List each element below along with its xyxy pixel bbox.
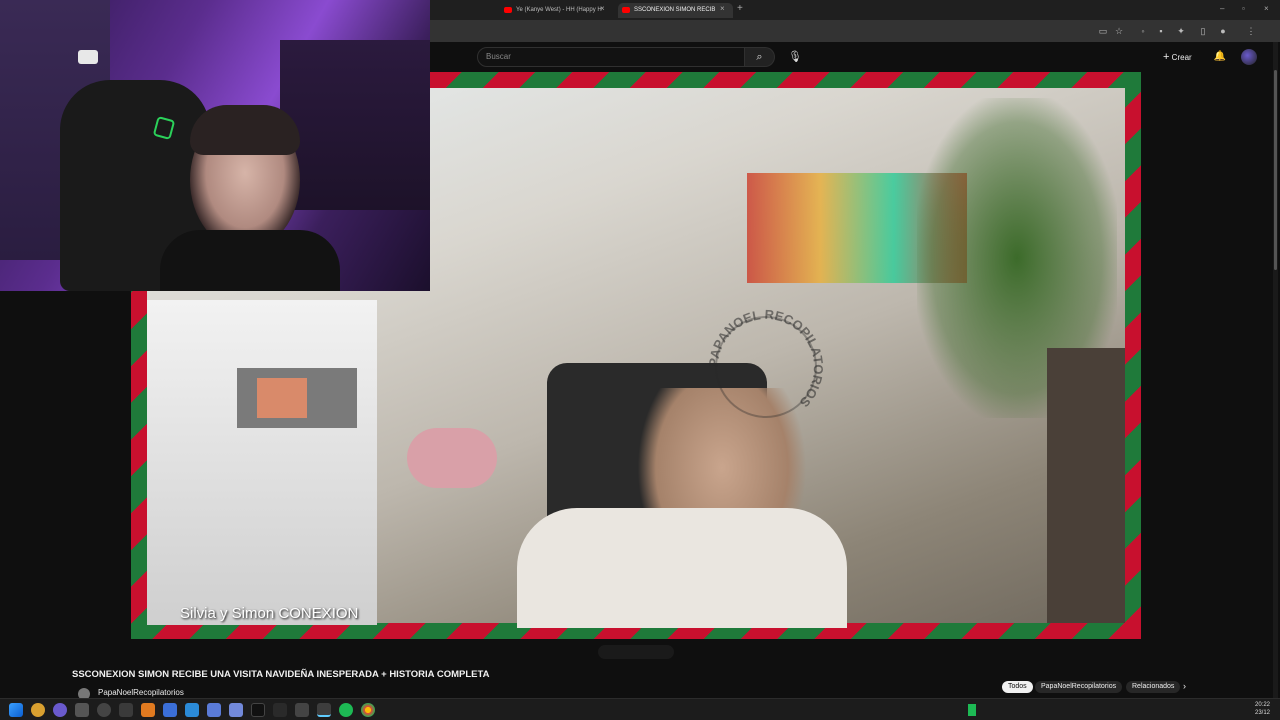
profile-icon[interactable]: ●: [1218, 26, 1228, 36]
youtube-play-button-icon: [78, 50, 98, 64]
tiktok-icon[interactable]: [251, 703, 265, 717]
streamer-hair: [190, 105, 300, 155]
app-icon[interactable]: [119, 703, 133, 717]
install-app-icon[interactable]: ▭: [1098, 26, 1108, 36]
scrollbar-thumb[interactable]: [1274, 70, 1277, 270]
minimize-icon[interactable]: –: [1220, 4, 1224, 14]
webcam-overlay: [0, 0, 430, 291]
new-tab-icon[interactable]: +: [737, 4, 743, 14]
youtube-favicon-icon: [622, 7, 630, 13]
browser-toolbar: ▭ ☆ ◦ ▪ ✦ ▯ ● ⋮: [430, 20, 1280, 42]
create-button[interactable]: + Crear: [1163, 50, 1192, 64]
extension-icon[interactable]: ◦: [1138, 26, 1148, 36]
right-shelf: [280, 40, 430, 210]
man-shirt: [517, 508, 847, 628]
telegram-icon[interactable]: [185, 703, 199, 717]
clock-date[interactable]: 23/12: [1255, 710, 1270, 716]
microphone-icon[interactable]: 🎙: [786, 49, 804, 65]
channel-name[interactable]: PapaNoelRecopilatorios: [98, 688, 184, 697]
app-icon[interactable]: [53, 703, 67, 717]
maximize-icon[interactable]: ▫: [1242, 4, 1245, 14]
chip-todos[interactable]: Todos: [1002, 681, 1033, 693]
chip-channel[interactable]: PapaNoelRecopilatorios: [1035, 681, 1123, 693]
chip-relacionados[interactable]: Relacionados: [1126, 681, 1181, 693]
sidebar-icon[interactable]: ▯: [1198, 26, 1208, 36]
discord-icon[interactable]: [229, 703, 243, 717]
app-icon[interactable]: [295, 703, 309, 717]
puzzle-icon[interactable]: ✦: [1176, 26, 1186, 36]
chair-side: [1047, 348, 1125, 623]
player-pill: [598, 645, 674, 659]
spotify-icon[interactable]: [339, 703, 353, 717]
youtube-favicon-icon: [504, 7, 512, 13]
streamer-shirt: [160, 230, 340, 291]
watermark-logo: PAPANOEL RECOPILATORIOS: [706, 307, 826, 418]
close-window-icon[interactable]: ×: [1264, 4, 1269, 14]
chevron-right-icon[interactable]: ›: [1183, 681, 1186, 691]
chrome-icon[interactable]: [361, 703, 375, 717]
app-icon[interactable]: [97, 703, 111, 717]
bookmark-star-icon[interactable]: ☆: [1114, 26, 1124, 36]
object-on-shelf: [257, 378, 307, 418]
plus-icon: +: [1163, 51, 1170, 63]
video-title: SSCONEXION SIMON RECIBE UNA VISITA NAVID…: [72, 669, 490, 680]
tab-ssconexion[interactable]: SSCONEXION SIMON RECIB: [618, 3, 733, 18]
close-tab-icon[interactable]: ×: [600, 4, 605, 14]
menu-icon[interactable]: ⋮: [1246, 26, 1256, 36]
app-icon[interactable]: [141, 703, 155, 717]
white-shelf: [147, 300, 377, 625]
app-icon[interactable]: [207, 703, 221, 717]
app-icon[interactable]: [163, 703, 177, 717]
search-button[interactable]: ⌕: [745, 47, 775, 67]
close-tab-icon[interactable]: ×: [720, 4, 725, 14]
search-icon: ⌕: [756, 51, 763, 63]
search-input[interactable]: Buscar: [477, 47, 745, 67]
create-label: Crear: [1171, 53, 1192, 62]
chrome-icon[interactable]: [317, 703, 331, 717]
notifications-bell-icon[interactable]: 🔔: [1213, 50, 1227, 64]
app-icon[interactable]: [273, 703, 287, 717]
extension-icon[interactable]: ▪: [1156, 26, 1166, 36]
tab-title: Ye (Kanye West) - HH (Happy H: [516, 7, 602, 13]
clock-time[interactable]: 20:22: [1255, 702, 1270, 708]
start-windows-icon[interactable]: [9, 703, 23, 717]
app-icon[interactable]: [75, 703, 89, 717]
account-avatar[interactable]: [1241, 49, 1257, 65]
system-tray[interactable]: [968, 704, 1198, 716]
browser-tab-bar: Ye (Kanye West) - HH (Happy H × SSCONEXI…: [430, 0, 1280, 20]
tab-title: SSCONEXION SIMON RECIB: [634, 7, 716, 13]
video-caption: Silvia y Simon CONEXION: [180, 605, 359, 622]
search-taskbar-icon[interactable]: [31, 703, 45, 717]
pink-object: [407, 428, 497, 488]
windows-taskbar: 20:22 23/12: [0, 698, 1280, 720]
